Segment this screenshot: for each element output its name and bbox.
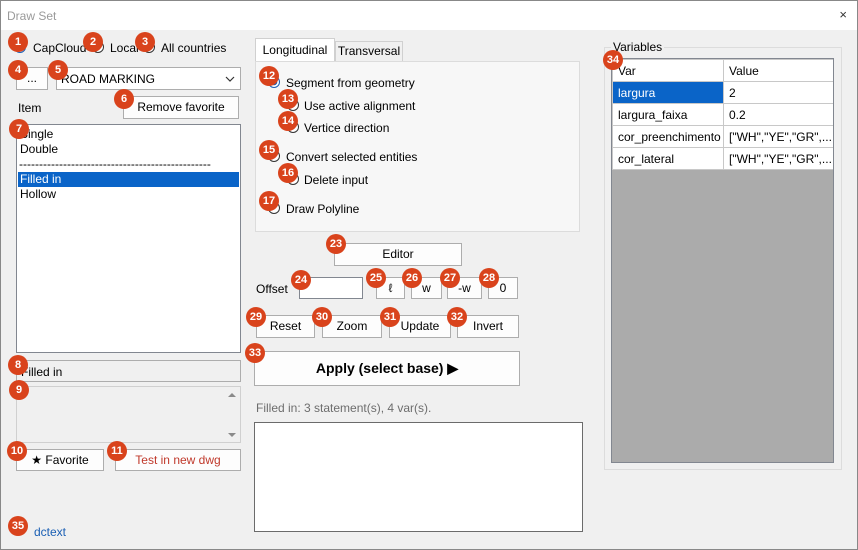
annotation-badge: 28 <box>479 268 499 288</box>
segment-from-geometry-label: Segment from geometry <box>286 76 415 90</box>
selected-item-field: Filled in <box>16 360 241 382</box>
annotation-badge: 16 <box>278 163 298 183</box>
list-item-filled-in[interactable]: Filled in <box>18 172 239 187</box>
use-active-alignment-label: Use active alignment <box>304 99 416 113</box>
tab-transversal[interactable]: Transversal <box>335 41 403 62</box>
radio-capcloud-label: CapCloud <box>33 41 87 55</box>
close-icon[interactable]: × <box>839 7 847 22</box>
annotation-badge: 4 <box>8 60 28 80</box>
annotation-badge: 30 <box>312 307 332 327</box>
offset-label: Offset <box>256 282 288 296</box>
draw-polyline-label: Draw Polyline <box>286 202 360 216</box>
var-value-cell[interactable]: ["WH","YE","GR",... <box>723 125 833 148</box>
annotation-badge: 29 <box>246 307 266 327</box>
list-item-single[interactable]: Single <box>19 127 237 142</box>
editor-button[interactable]: Editor <box>334 243 462 266</box>
annotation-badge: 2 <box>83 32 103 52</box>
table-row[interactable]: cor_preenchimento ["WH","YE","GR",... <box>612 125 833 148</box>
apply-button[interactable]: Apply (select base) ▶ <box>254 351 520 386</box>
annotation-badge: 27 <box>440 268 460 288</box>
table-row[interactable]: cor_lateral ["WH","YE","GR",... <box>612 147 833 170</box>
annotation-badge: 33 <box>245 343 265 363</box>
annotation-badge: 24 <box>291 270 311 290</box>
annotation-badge: 31 <box>380 307 400 327</box>
annotation-badge: 11 <box>107 441 127 461</box>
chevron-down-icon <box>225 76 235 82</box>
variables-grid[interactable]: Var Value largura 2 largura_faixa 0.2 co… <box>611 58 834 463</box>
delete-input-label: Delete input <box>304 173 369 187</box>
list-item-hollow[interactable]: Hollow <box>19 187 237 202</box>
annotation-badge: 3 <box>135 32 155 52</box>
table-row[interactable]: largura_faixa 0.2 <box>612 103 833 126</box>
var-name-cell[interactable]: largura_faixa <box>612 103 724 126</box>
item-label: Item <box>18 101 42 115</box>
table-row[interactable]: largura 2 <box>612 81 833 104</box>
list-item-double[interactable]: Double <box>19 142 237 157</box>
remove-favorite-button[interactable]: Remove favorite <box>123 96 239 119</box>
grid-header-var[interactable]: Var <box>612 59 724 82</box>
annotation-badge: 14 <box>278 111 298 131</box>
var-value-cell[interactable]: 2 <box>723 81 833 104</box>
output-box[interactable] <box>254 422 583 532</box>
annotation-badge: 10 <box>7 441 27 461</box>
annotation-badge: 12 <box>259 66 279 86</box>
description-box[interactable] <box>16 386 241 443</box>
var-value-cell[interactable]: 0.2 <box>723 103 833 126</box>
annotation-badge: 25 <box>366 268 386 288</box>
grid-header-row: Var Value <box>612 59 833 82</box>
list-separator: ----------------------------------------… <box>19 157 211 171</box>
radio-all-countries-label: All countries <box>161 41 227 55</box>
annotation-badge: 7 <box>9 119 29 139</box>
annotation-badge: 6 <box>114 89 134 109</box>
category-selected: ROAD MARKING <box>61 72 156 86</box>
annotation-badge: 13 <box>278 89 298 109</box>
favorite-button[interactable]: ★ Favorite <box>16 449 104 471</box>
annotation-badge: 32 <box>447 307 467 327</box>
annotation-badge: 26 <box>402 268 422 288</box>
var-value-cell[interactable]: ["WH","YE","GR",... <box>723 147 833 170</box>
item-list[interactable]: Single Double --------------------------… <box>16 124 241 353</box>
vertice-direction-label: Vertice direction <box>304 121 390 135</box>
title-bar: Draw Set × <box>0 0 858 30</box>
scroll-down-icon[interactable] <box>227 431 237 439</box>
annotation-badge: 15 <box>259 140 279 160</box>
annotation-badge: 9 <box>9 380 29 400</box>
tab-longitudinal[interactable]: Longitudinal <box>255 38 335 62</box>
grid-header-value[interactable]: Value <box>723 59 833 82</box>
var-name-cell[interactable]: largura <box>612 81 724 104</box>
annotation-badge: 5 <box>48 60 68 80</box>
category-dropdown[interactable]: ROAD MARKING <box>56 67 241 90</box>
var-name-cell[interactable]: cor_preenchimento <box>612 125 724 148</box>
annotation-badge: 8 <box>8 355 28 375</box>
var-name-cell[interactable]: cor_lateral <box>612 147 724 170</box>
footer-link[interactable]: dctext <box>34 525 66 539</box>
annotation-badge: 35 <box>8 516 28 536</box>
convert-selected-label: Convert selected entities <box>286 150 418 164</box>
annotation-badge: 34 <box>603 50 623 70</box>
test-in-new-dwg-button[interactable]: Test in new dwg <box>115 449 241 471</box>
annotation-badge: 1 <box>8 32 28 52</box>
annotation-badge: 23 <box>326 234 346 254</box>
status-text: Filled in: 3 statement(s), 4 var(s). <box>256 401 432 415</box>
window-title: Draw Set <box>7 9 57 23</box>
scroll-up-icon[interactable] <box>227 391 237 399</box>
annotation-badge: 17 <box>259 191 279 211</box>
